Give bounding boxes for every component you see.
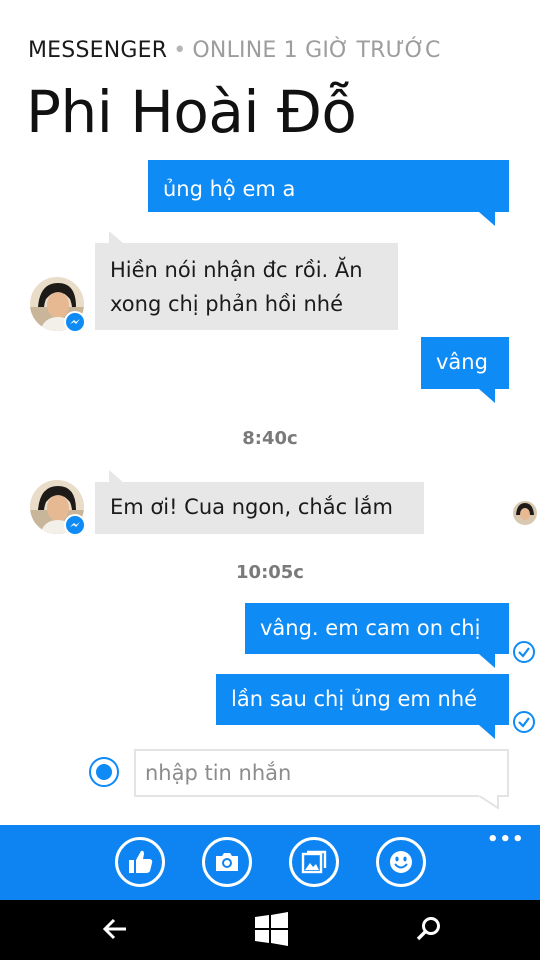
message-text-line: xong chị phản hồi nhé bbox=[110, 292, 344, 316]
app-bar bbox=[0, 825, 540, 900]
search-button[interactable] bbox=[383, 900, 473, 960]
message-input[interactable]: nhập tin nhắn bbox=[134, 749, 509, 797]
search-icon bbox=[416, 917, 440, 941]
contact-avatar[interactable] bbox=[30, 277, 86, 333]
conversation-header: MESSENGER • ONLINE 1 GIỜ TRƯỚC Phi Hoài Đỗ bbox=[0, 0, 540, 160]
more-options-button[interactable]: ••• bbox=[487, 829, 525, 850]
composer-tail bbox=[478, 795, 499, 809]
incoming-message-bubble[interactable]: Em ơi! Cua ngon, chắc lắm bbox=[95, 470, 424, 534]
contact-name[interactable]: Phi Hoài Đỗ bbox=[26, 78, 357, 146]
online-status: ONLINE 1 GIỜ TRƯỚC bbox=[192, 38, 441, 63]
app-name: MESSENGER bbox=[28, 38, 168, 63]
message-text: ủng hộ em a bbox=[163, 177, 296, 201]
outgoing-message-bubble[interactable]: vâng. em cam on chị bbox=[245, 603, 509, 668]
camera-button[interactable] bbox=[202, 837, 252, 887]
contact-avatar[interactable] bbox=[30, 480, 86, 536]
system-navigation-bar bbox=[0, 900, 540, 960]
start-button[interactable] bbox=[226, 900, 316, 960]
delivered-check-icon bbox=[512, 640, 536, 664]
message-text: Em ơi! Cua ngon, chắc lắm bbox=[110, 495, 393, 519]
emoji-button[interactable] bbox=[376, 837, 426, 887]
message-text: lần sau chị ủng em nhé bbox=[231, 687, 478, 711]
camera-icon bbox=[216, 853, 238, 871]
more-options-icon: ••• bbox=[487, 829, 525, 850]
timestamp: 10:05c bbox=[236, 562, 304, 583]
like-icon bbox=[129, 850, 153, 873]
seen-avatar-icon bbox=[513, 501, 537, 525]
messenger-badge-icon bbox=[64, 311, 86, 333]
timestamp: 8:40c bbox=[242, 428, 298, 449]
message-text-line: Hiền nói nhận đc rồi. Ăn bbox=[110, 258, 363, 282]
outgoing-message-bubble[interactable]: vâng bbox=[421, 337, 509, 403]
outgoing-message-bubble[interactable]: lần sau chị ủng em nhé bbox=[216, 674, 509, 739]
back-button[interactable] bbox=[70, 900, 160, 960]
photo-gallery-button[interactable] bbox=[289, 837, 339, 887]
message-input-placeholder: nhập tin nhắn bbox=[145, 761, 292, 785]
windows-start-icon bbox=[255, 912, 288, 946]
delivered-check-icon bbox=[512, 710, 536, 734]
send-mode-radio-icon[interactable] bbox=[89, 757, 119, 787]
back-arrow-icon bbox=[102, 918, 126, 940]
incoming-message-bubble[interactable]: Hiền nói nhận đc rồi. Ăn xong chị phản h… bbox=[95, 231, 398, 330]
emoji-icon bbox=[390, 851, 412, 873]
message-text: vâng bbox=[436, 350, 488, 374]
photo-gallery-icon bbox=[301, 850, 327, 874]
separator-dot: • bbox=[173, 38, 187, 63]
like-button[interactable] bbox=[115, 837, 165, 887]
header-subtitle: MESSENGER • ONLINE 1 GIỜ TRƯỚC bbox=[28, 38, 441, 63]
messenger-badge-icon bbox=[64, 514, 86, 536]
message-text: vâng. em cam on chị bbox=[260, 616, 481, 640]
